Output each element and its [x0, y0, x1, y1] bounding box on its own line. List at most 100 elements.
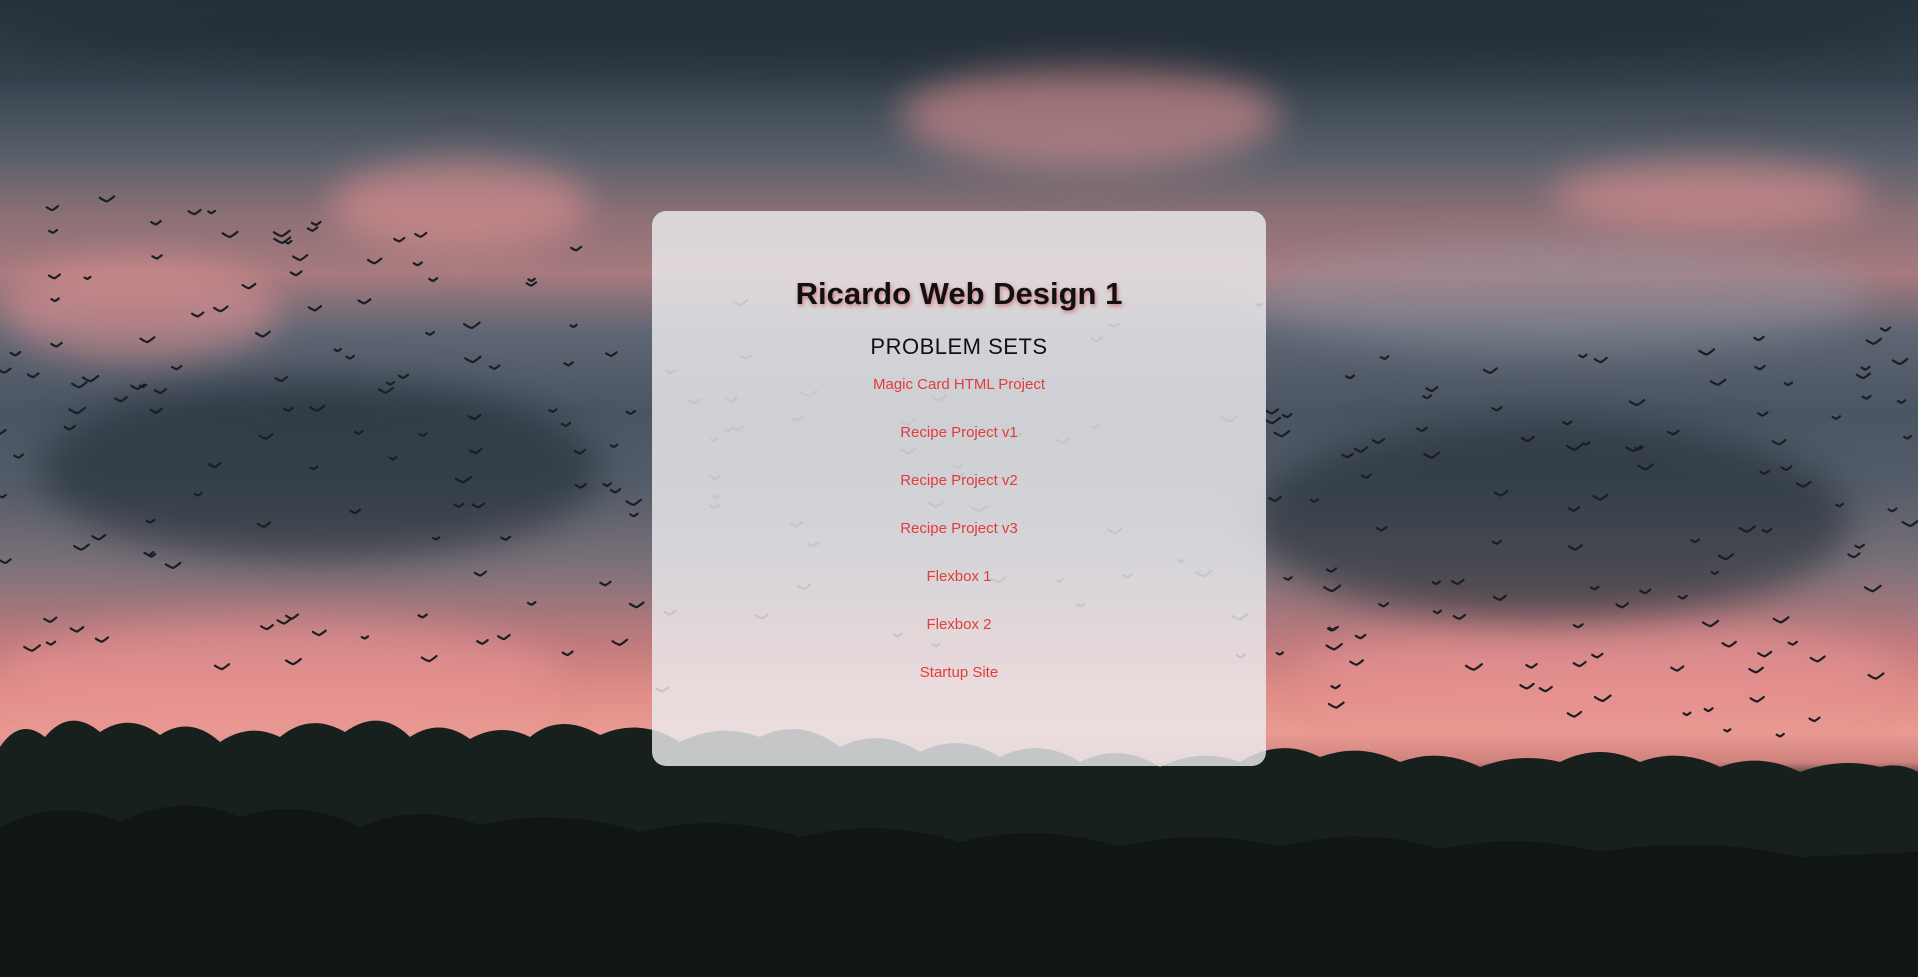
link-flexbox-1[interactable]: Flexbox 1 [926, 568, 991, 585]
bird-mark [1717, 553, 1735, 561]
bird-mark [283, 406, 294, 413]
bird-mark [69, 625, 85, 633]
section-heading: PROBLEM SETS [870, 334, 1048, 360]
bird-mark [50, 341, 63, 348]
bird-mark [94, 636, 110, 643]
bird-mark [1565, 443, 1584, 451]
bird-mark [1593, 356, 1608, 364]
bird-mark [151, 254, 163, 260]
bird-mark [1761, 528, 1773, 534]
bird-mark [1593, 694, 1612, 703]
link-magic-card[interactable]: Magic Card HTML Project [873, 376, 1045, 393]
bird-mark [467, 413, 482, 421]
bird-mark [207, 461, 222, 469]
bird-mark [1754, 364, 1766, 371]
bird-mark [563, 361, 574, 367]
bird-mark [432, 536, 441, 541]
bird-mark [473, 570, 488, 577]
bird-mark [1591, 652, 1604, 659]
bird-mark [1709, 378, 1727, 386]
bird-mark [573, 448, 587, 455]
bird-mark [471, 502, 486, 509]
bird-mark [561, 650, 574, 657]
bird-mark [1771, 438, 1787, 446]
list-item: Recipe Project v3 [652, 519, 1266, 567]
bird-mark [1835, 502, 1844, 508]
link-recipe-v3[interactable]: Recipe Project v3 [900, 520, 1018, 537]
bird-mark [367, 257, 383, 265]
bird-mark [453, 502, 465, 508]
bird-mark [1525, 662, 1538, 669]
bird-mark [71, 381, 88, 389]
bird-mark [1354, 633, 1367, 640]
bird-mark [1879, 326, 1892, 332]
bird-mark [1325, 567, 1338, 573]
bird-mark [164, 561, 182, 570]
bird-mark [311, 629, 327, 637]
bird-mark [468, 448, 483, 455]
bird-mark [213, 305, 229, 313]
bird-mark [1416, 426, 1428, 433]
bird-mark [393, 236, 406, 243]
bird-mark [1860, 365, 1871, 371]
bird-mark [213, 663, 231, 671]
bird-mark [1423, 451, 1441, 459]
page-title: Ricardo Web Design 1 [795, 276, 1123, 311]
bird-mark [1701, 619, 1720, 628]
bird-mark [1867, 672, 1885, 680]
list-item: Startup Site [652, 663, 1266, 711]
bird-mark [1667, 429, 1680, 436]
link-recipe-v2[interactable]: Recipe Project v2 [900, 472, 1018, 489]
bird-mark [1901, 519, 1918, 528]
bird-mark [574, 483, 587, 489]
link-startup-site[interactable]: Startup Site [920, 664, 998, 681]
bird-mark [1639, 588, 1652, 595]
bird-mark [1520, 435, 1535, 443]
bird-mark [414, 231, 428, 238]
bird-mark [73, 543, 90, 551]
bird-mark [284, 613, 300, 620]
bird-mark [1855, 372, 1872, 380]
list-item: Recipe Project v2 [652, 471, 1266, 519]
bird-mark [420, 654, 438, 663]
bird-mark [1863, 584, 1882, 593]
bird-mark [26, 372, 40, 379]
bird-mark [1637, 463, 1655, 471]
bird-mark [1341, 452, 1354, 459]
link-recipe-v1[interactable]: Recipe Project v1 [900, 424, 1018, 441]
background-photo: Ricardo Web Design 1 PROBLEM SETS Magic … [0, 0, 1918, 977]
list-item: Flexbox 1 [652, 567, 1266, 615]
bird-mark [1677, 594, 1688, 600]
bird-mark [628, 601, 645, 609]
bird-mark [50, 297, 60, 303]
link-flexbox-2[interactable]: Flexbox 2 [926, 616, 991, 633]
bird-mark [1581, 441, 1591, 446]
bird-mark [310, 220, 322, 227]
bird-mark [68, 406, 87, 415]
bird-mark [284, 657, 302, 666]
bird-mark [500, 535, 512, 541]
bird-mark [1567, 544, 1583, 551]
bird-mark [276, 617, 292, 625]
bird-mark [353, 430, 364, 436]
bird-mark [0, 558, 12, 565]
bird-mark [1749, 695, 1765, 703]
bird-mark [569, 323, 578, 329]
bird-mark [345, 354, 355, 360]
bird-mark [1592, 493, 1609, 501]
bird-mark [1738, 525, 1757, 533]
bird-mark [476, 639, 489, 645]
bird-mark [150, 220, 162, 226]
bird-mark [0, 429, 7, 436]
bird-mark [1464, 663, 1483, 671]
bird-mark [1891, 357, 1909, 366]
list-item: Magic Card HTML Project [652, 375, 1266, 423]
bird-mark [1698, 348, 1716, 356]
bird-mark [464, 355, 482, 364]
bird-mark [602, 482, 613, 488]
problem-sets-list: Magic Card HTML Project Recipe Project v… [652, 375, 1266, 711]
bird-mark [187, 208, 202, 216]
bird-mark [45, 640, 57, 646]
bird-mark [417, 613, 428, 619]
bird-mark [1432, 609, 1443, 615]
